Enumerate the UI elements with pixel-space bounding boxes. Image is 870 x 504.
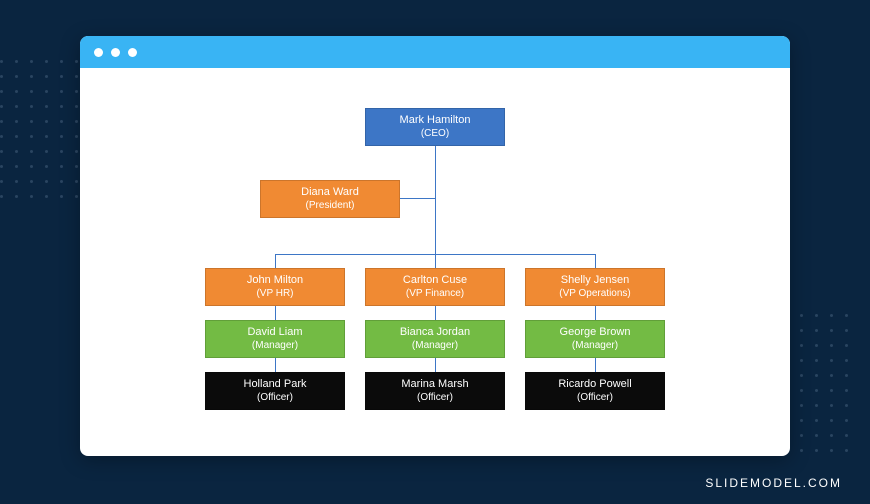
- connector: [435, 254, 436, 268]
- node-role: (President): [306, 200, 355, 213]
- connector: [595, 306, 596, 320]
- node-name: Bianca Jordan: [400, 326, 470, 340]
- node-name: Diana Ward: [301, 186, 359, 200]
- node-name: Ricardo Powell: [558, 378, 631, 392]
- connector: [275, 254, 276, 268]
- node-vp-finance: Carlton Cuse (VP Finance): [365, 268, 505, 306]
- node-role: (Officer): [417, 392, 453, 405]
- node-manager-2: Bianca Jordan (Manager): [365, 320, 505, 358]
- node-ceo: Mark Hamilton (CEO): [365, 108, 505, 146]
- browser-window: Mark Hamilton (CEO) Diana Ward (Presiden…: [80, 36, 790, 456]
- node-name: Holland Park: [244, 378, 307, 392]
- node-officer-1: Holland Park (Officer): [205, 372, 345, 410]
- connector: [275, 358, 276, 372]
- node-role: (Officer): [577, 392, 613, 405]
- connector: [435, 146, 436, 254]
- node-president: Diana Ward (President): [260, 180, 400, 218]
- node-role: (CEO): [421, 128, 449, 141]
- connector: [595, 254, 596, 268]
- node-name: John Milton: [247, 274, 303, 288]
- org-chart-canvas: Mark Hamilton (CEO) Diana Ward (Presiden…: [80, 68, 790, 456]
- node-name: Shelly Jensen: [561, 274, 630, 288]
- node-manager-1: David Liam (Manager): [205, 320, 345, 358]
- connector: [435, 358, 436, 372]
- node-role: (VP Finance): [406, 288, 464, 301]
- window-control-dot: [111, 48, 120, 57]
- node-role: (Manager): [572, 340, 618, 353]
- window-control-dot: [94, 48, 103, 57]
- window-control-dot: [128, 48, 137, 57]
- node-name: Marina Marsh: [401, 378, 468, 392]
- node-name: David Liam: [247, 326, 302, 340]
- node-name: George Brown: [560, 326, 631, 340]
- connector: [595, 358, 596, 372]
- node-vp-hr: John Milton (VP HR): [205, 268, 345, 306]
- node-role: (Manager): [412, 340, 458, 353]
- node-role: (VP HR): [256, 288, 293, 301]
- node-name: Carlton Cuse: [403, 274, 467, 288]
- node-vp-operations: Shelly Jensen (VP Operations): [525, 268, 665, 306]
- node-manager-3: George Brown (Manager): [525, 320, 665, 358]
- browser-title-bar: [80, 36, 790, 68]
- node-role: (VP Operations): [559, 288, 631, 301]
- node-officer-3: Ricardo Powell (Officer): [525, 372, 665, 410]
- node-officer-2: Marina Marsh (Officer): [365, 372, 505, 410]
- node-role: (Manager): [252, 340, 298, 353]
- node-role: (Officer): [257, 392, 293, 405]
- connector: [275, 306, 276, 320]
- connector: [435, 306, 436, 320]
- watermark: SLIDEMODEL.COM: [705, 476, 842, 490]
- node-name: Mark Hamilton: [400, 114, 471, 128]
